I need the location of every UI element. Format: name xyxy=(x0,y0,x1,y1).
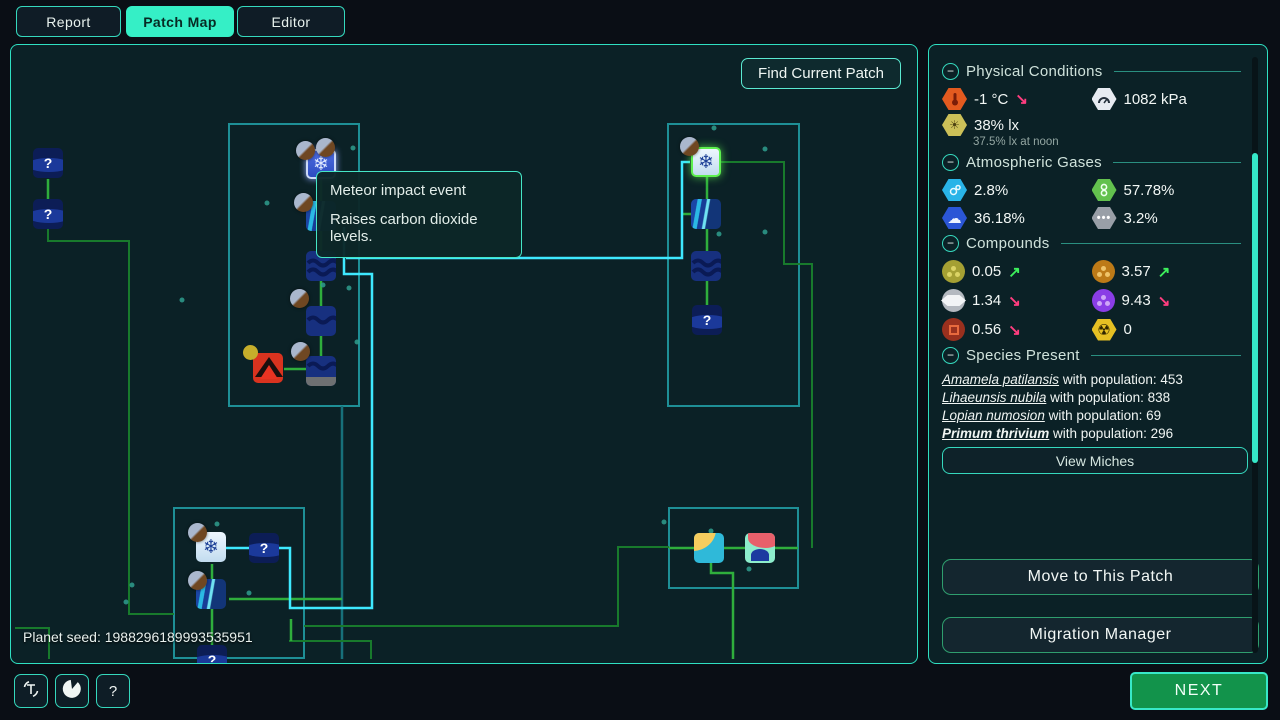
phosphate-stat: 9.43 ↘ xyxy=(1092,289,1242,312)
section-atmospheric-gases: − Atmospheric Gases xyxy=(942,154,1241,171)
phosphate-icon xyxy=(1092,289,1115,312)
patch-node-unknown[interactable]: ? xyxy=(249,533,279,563)
nitrogen-icon xyxy=(1092,179,1117,201)
migration-manager-button[interactable]: Migration Manager xyxy=(942,617,1259,653)
meteor-impact-icon xyxy=(296,141,315,160)
glucose-stat: 3.57 ↗ xyxy=(1092,260,1242,283)
ammonia-icon xyxy=(942,289,965,312)
patch-details-panel: − Physical Conditions -1 °C ↘ 1082 kPa ☀… xyxy=(928,44,1268,664)
meteor-impact-icon xyxy=(291,342,310,361)
pressure-stat: 1082 kPa xyxy=(1092,88,1242,110)
pie-chart-icon xyxy=(62,679,82,703)
temperature-icon xyxy=(942,88,967,110)
species-entry: Lopian numosion with population: 69 xyxy=(942,408,1241,423)
event-tooltip: Meteor impact event Raises carbon dioxid… xyxy=(316,171,522,258)
patch-node-unknown[interactable]: ? xyxy=(33,199,63,229)
panel-scrollbar xyxy=(1252,57,1258,653)
iron-icon xyxy=(942,318,965,341)
section-compounds: − Compounds xyxy=(942,235,1241,252)
question-mark-icon: ? xyxy=(109,683,117,700)
scrollbar-thumb[interactable] xyxy=(1252,153,1258,463)
collapse-icon[interactable]: − xyxy=(942,347,959,364)
game-screen: Report Patch Map Editor xyxy=(0,0,1280,720)
pressure-icon xyxy=(1092,88,1117,110)
sunlight-icon: ☀ xyxy=(942,114,967,136)
species-entry: Primum thrivium with population: 296 xyxy=(942,426,1241,441)
section-species-present: − Species Present xyxy=(942,347,1241,364)
tooltip-body: Raises carbon dioxide levels. xyxy=(330,211,508,245)
hydrogen-sulfide-icon xyxy=(942,260,965,283)
trend-up-icon: ↗ xyxy=(1008,263,1021,281)
species-entry: Lihaeunsis nubila with population: 838 xyxy=(942,390,1241,405)
meteor-impact-icon xyxy=(294,193,313,212)
trend-up-icon: ↗ xyxy=(1158,263,1171,281)
symmetry-t-icon xyxy=(20,678,42,704)
species-name-link[interactable]: Lihaeunsis nubila xyxy=(942,390,1046,405)
patch-map-panel[interactable]: ? ? ❄ ❄ ? ❄ ? ? xyxy=(10,44,918,664)
patch-node-unknown[interactable]: ? xyxy=(33,148,63,178)
collapse-icon[interactable]: − xyxy=(942,235,959,252)
ammonia-stat: 1.34 ↘ xyxy=(942,289,1092,312)
meteor-impact-icon xyxy=(188,523,207,542)
patch-node-estuary[interactable] xyxy=(694,533,724,563)
collapse-icon[interactable]: − xyxy=(942,63,959,80)
view-miches-button[interactable]: View Miches xyxy=(942,447,1248,474)
hydrogen-sulfide-stat: 0.05 ↗ xyxy=(942,260,1092,283)
patch-node-coastal[interactable] xyxy=(691,199,721,229)
trend-down-icon: ↘ xyxy=(1015,90,1028,108)
species-name-link[interactable]: Lopian numosion xyxy=(942,408,1045,423)
species-entry: Amamela patilansis with population: 453 xyxy=(942,372,1241,387)
species-name-link[interactable]: Primum thrivium xyxy=(942,426,1049,441)
sunlight-stat: ☀ 38% lx xyxy=(942,114,1241,136)
iron-stat: 0.56 ↘ xyxy=(942,318,1092,341)
tooltip-title: Meteor impact event xyxy=(330,182,508,199)
nitrogen-stat: 57.78% xyxy=(1092,179,1242,201)
section-physical-conditions: − Physical Conditions xyxy=(942,63,1241,80)
patch-node-ocean[interactable] xyxy=(691,251,721,281)
trend-down-icon: ↘ xyxy=(1158,292,1171,310)
glucose-icon xyxy=(1092,260,1115,283)
radiation-icon: ☢ xyxy=(1092,319,1117,341)
radiation-stat: ☢ 0 xyxy=(1092,318,1242,341)
find-current-patch-button[interactable]: Find Current Patch xyxy=(741,58,901,89)
carbon-dioxide-icon: ☁ xyxy=(942,207,967,229)
tab-editor[interactable]: Editor xyxy=(237,6,345,37)
other-gas-icon: ••• xyxy=(1092,207,1117,229)
planet-seed-label: Planet seed: 1988296189993535951 xyxy=(23,629,253,645)
tab-report[interactable]: Report xyxy=(16,6,121,37)
patch-node-unknown[interactable]: ? xyxy=(692,305,722,335)
other-gases-stat: ••• 3.2% xyxy=(1092,207,1242,229)
patch-node-seafloor[interactable] xyxy=(306,356,336,386)
patch-connections-layer xyxy=(11,45,918,664)
collapse-icon[interactable]: − xyxy=(942,154,959,171)
meteor-impact-icon xyxy=(290,289,309,308)
time-pie-button[interactable] xyxy=(55,674,89,708)
patch-node-tidepool[interactable] xyxy=(745,533,775,563)
trend-down-icon: ↘ xyxy=(1008,292,1021,310)
meteor-impact-icon xyxy=(188,571,207,590)
patch-node-ocean[interactable] xyxy=(306,306,336,336)
tab-patch-map[interactable]: Patch Map xyxy=(126,6,234,37)
sunlight-marker-icon xyxy=(243,345,258,360)
patch-node-volcano[interactable] xyxy=(253,353,283,383)
temperature-stat: -1 °C ↘ xyxy=(942,88,1092,110)
carbon-dioxide-stat: ☁ 36.18% xyxy=(942,207,1092,229)
next-button[interactable]: NEXT xyxy=(1130,672,1268,710)
patch-node-unknown[interactable]: ? xyxy=(197,645,227,664)
species-name-link[interactable]: Amamela patilansis xyxy=(942,372,1059,387)
meteor-impact-icon xyxy=(680,137,699,156)
oxygen-stat: 2.8% xyxy=(942,179,1092,201)
trend-down-icon: ↘ xyxy=(1008,321,1021,339)
help-button[interactable]: ? xyxy=(96,674,130,708)
sunlight-noon-note: 37.5% lx at noon xyxy=(973,136,1241,148)
meteor-impact-icon xyxy=(316,138,335,157)
move-to-this-patch-button[interactable]: Move to This Patch xyxy=(942,559,1259,595)
oxygen-icon xyxy=(942,179,967,201)
statistics-button[interactable] xyxy=(14,674,48,708)
